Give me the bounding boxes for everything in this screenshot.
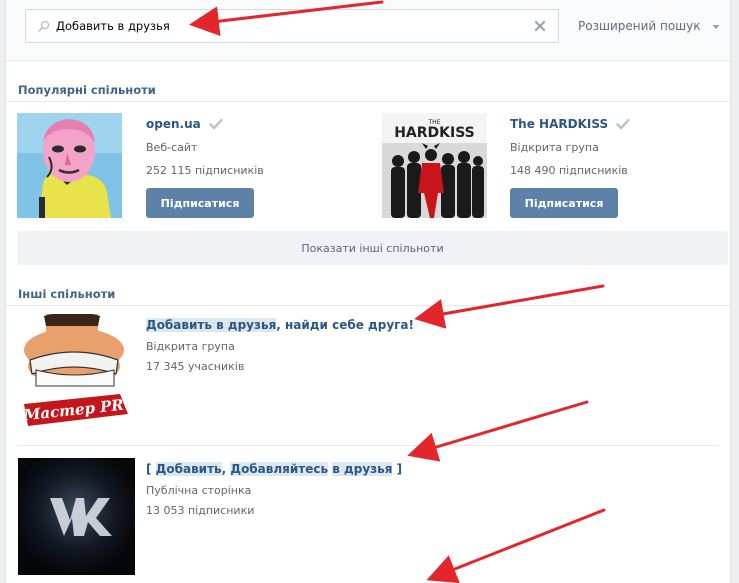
advanced-search-label: Розширений пошук <box>578 19 701 33</box>
community-type: Публічна сторінка <box>146 484 252 497</box>
list-item: Мастер PR Добавить в друзья, найди себе … <box>18 314 718 434</box>
search-input[interactable] <box>56 17 516 35</box>
name-bracket-close: ] <box>392 462 403 476</box>
clear-search-icon[interactable] <box>533 19 547 33</box>
hardkiss-logo-text: HARDKISS <box>394 125 475 141</box>
search-icon <box>38 20 50 32</box>
highlighted-match: в друзья <box>332 462 393 476</box>
member-count: 17 345 учасників <box>146 360 245 373</box>
community-name-link[interactable]: Добавить в друзья, найди себе друга! <box>146 318 414 332</box>
community-name-openua[interactable]: open.ua <box>146 117 223 131</box>
subscriber-count: 252 115 підписників <box>146 164 264 177</box>
popular-item-openua: open.ua Веб-сайт 252 115 підписників Під… <box>17 113 347 223</box>
list-item: VK [ Добавить, Добавляйтесь в друзья ] П… <box>18 458 718 578</box>
community-name-link[interactable]: [ Добавить, Добавляйтесь в друзья ] <box>146 462 402 476</box>
highlighted-match: Добавляйтесь <box>230 462 329 476</box>
community-avatar-hardkiss[interactable]: THE HARDKISS <box>382 113 487 218</box>
community-avatar-openua[interactable] <box>17 113 122 218</box>
search-results-page: Розширений пошук Популярні спільноти <box>6 0 730 583</box>
popular-communities-title: Популярні спільноти <box>18 83 156 97</box>
community-avatar-masterpr[interactable]: Мастер PR <box>18 314 135 431</box>
other-communities-title: Інші спільноти <box>18 287 116 301</box>
search-box[interactable] <box>25 9 559 43</box>
search-header: Розширений пошук <box>6 0 730 61</box>
highlighted-match: Добавить <box>155 462 222 476</box>
subscribe-button[interactable]: Підписатися <box>510 188 618 218</box>
show-more-communities-button[interactable]: Показати інші спільноти <box>17 231 728 265</box>
name-bracket-open: [ <box>146 462 156 476</box>
highlighted-match: Добавить в друзья <box>146 318 277 332</box>
section-divider <box>6 101 730 102</box>
community-type: Веб-сайт <box>146 141 198 154</box>
section-divider <box>6 305 730 306</box>
community-type: Відкрита група <box>146 340 235 353</box>
community-name-text[interactable]: The HARDKISS <box>510 117 608 131</box>
community-avatar-vk[interactable]: VK <box>18 458 135 575</box>
subscriber-count: 148 490 підписників <box>510 164 628 177</box>
advanced-search-toggle[interactable]: Розширений пошук <box>578 19 720 33</box>
community-name-hardkiss[interactable]: The HARDKISS <box>510 117 630 131</box>
list-divider <box>18 445 718 446</box>
verified-icon <box>209 118 223 130</box>
chevron-down-icon <box>712 24 720 29</box>
popular-item-hardkiss: THE HARDKISS The HARDKISS Відкрита група <box>382 113 722 223</box>
subscriber-count: 13 053 підписники <box>146 504 255 517</box>
community-type: Відкрита група <box>510 141 599 154</box>
community-name-text[interactable]: open.ua <box>146 117 201 131</box>
name-remainder: , найди себе друга! <box>276 318 414 332</box>
subscribe-button[interactable]: Підписатися <box>146 188 254 218</box>
verified-icon <box>616 118 630 130</box>
